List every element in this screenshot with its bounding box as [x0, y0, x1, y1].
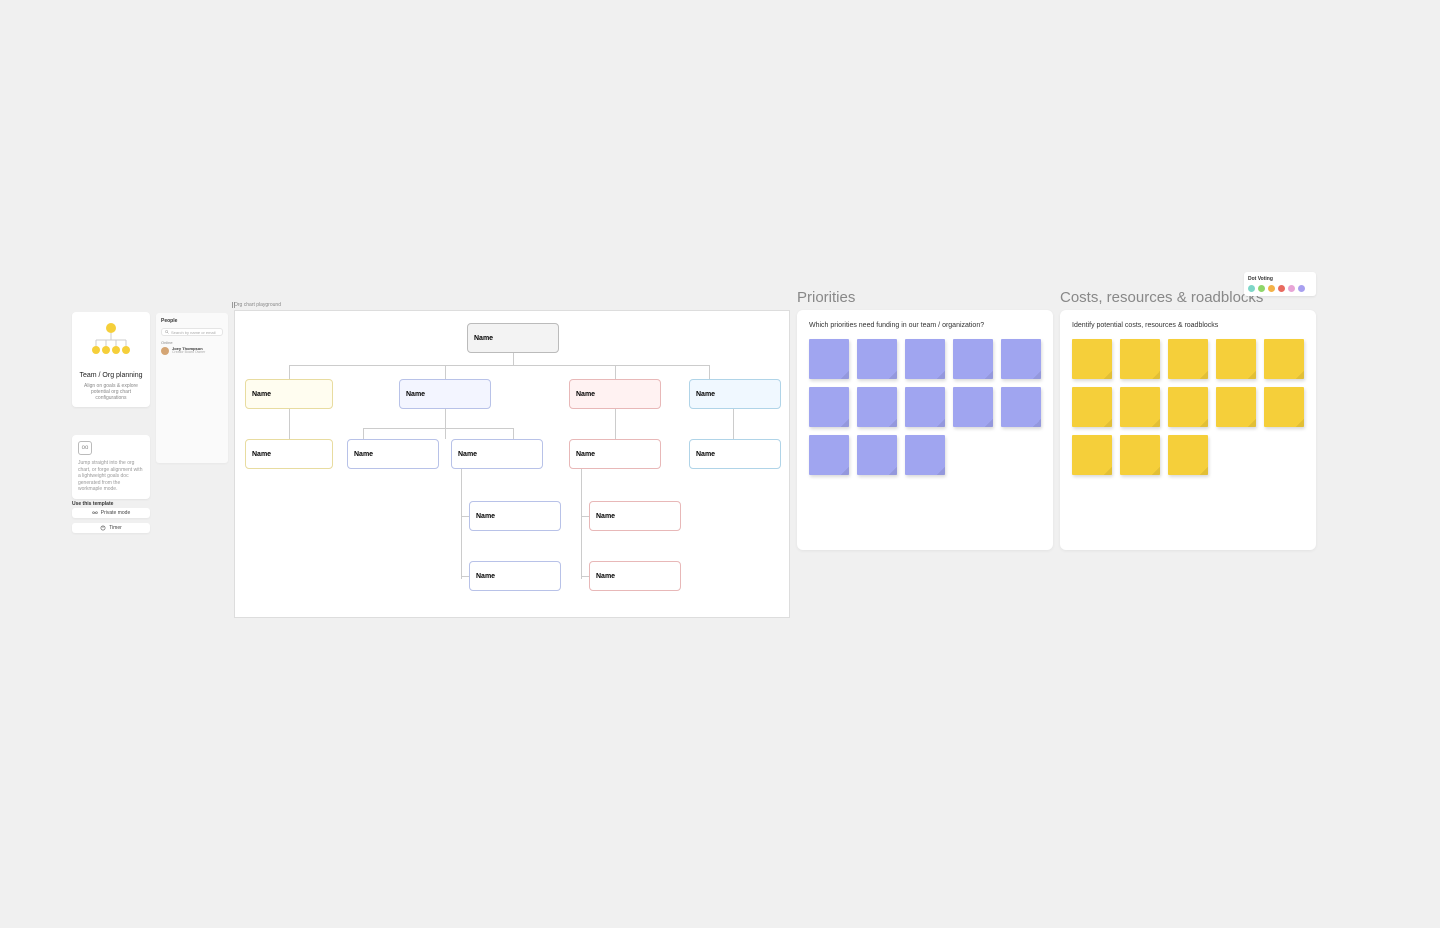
sticky-note[interactable]: [1120, 387, 1160, 427]
timer-label: Timer: [109, 525, 122, 531]
org-node-label: Name: [406, 391, 425, 398]
sticky-note[interactable]: [1216, 387, 1256, 427]
org-node-l2[interactable]: Name: [399, 379, 491, 409]
org-node-label: Name: [696, 391, 715, 398]
template-title: Team / Org planning: [78, 372, 144, 380]
costs-prompt: Identify potential costs, resources & ro…: [1072, 322, 1304, 329]
sticky-note[interactable]: [1168, 435, 1208, 475]
sticky-note[interactable]: [1120, 339, 1160, 379]
org-node-l4[interactable]: Name: [469, 501, 561, 531]
org-node-l3[interactable]: Name: [451, 439, 543, 469]
org-node-l2[interactable]: Name: [569, 379, 661, 409]
sticky-note[interactable]: [905, 435, 945, 475]
sticky-note[interactable]: [809, 339, 849, 379]
voting-dot[interactable]: [1278, 285, 1285, 292]
org-node-l3[interactable]: Name: [569, 439, 661, 469]
people-panel[interactable]: People Search by name or email Online Jo…: [156, 313, 228, 463]
use-template-label: Use this template: [72, 501, 113, 507]
costs-section-title: Costs, resources & roadblocks: [1060, 289, 1263, 306]
org-node-l3[interactable]: Name: [347, 439, 439, 469]
sticky-note[interactable]: [857, 387, 897, 427]
org-node-label: Name: [458, 451, 477, 458]
voting-dot[interactable]: [1298, 285, 1305, 292]
sticky-note[interactable]: [1264, 387, 1304, 427]
sticky-note[interactable]: [1216, 339, 1256, 379]
org-node-label: Name: [576, 451, 595, 458]
sticky-note[interactable]: [1264, 339, 1304, 379]
org-node-l2[interactable]: Name: [689, 379, 781, 409]
people-search-input[interactable]: Search by name or email: [161, 328, 223, 336]
priorities-sticky-grid: [809, 339, 1041, 475]
org-node-l4[interactable]: Name: [589, 501, 681, 531]
search-placeholder: Search by name or email: [171, 330, 215, 335]
org-node-l2[interactable]: Name: [245, 379, 333, 409]
template-subtitle: Align on goals & explore potential org c…: [78, 383, 144, 401]
template-thumbnail: [78, 318, 144, 368]
sticky-note[interactable]: [1072, 387, 1112, 427]
note-text: Jump straight into the org chart, or for…: [78, 460, 144, 493]
sticky-note[interactable]: [857, 339, 897, 379]
private-mode-label: Private mode: [101, 510, 130, 516]
sticky-note[interactable]: [809, 387, 849, 427]
search-icon: [165, 330, 169, 334]
org-node-l3[interactable]: Name: [689, 439, 781, 469]
timer-icon: [100, 525, 106, 531]
note-icon: oo: [78, 441, 92, 455]
sticky-note[interactable]: [1168, 339, 1208, 379]
org-node-l4[interactable]: Name: [589, 561, 681, 591]
dot-voting-panel[interactable]: Dot Voting: [1244, 272, 1316, 296]
voting-dot[interactable]: [1248, 285, 1255, 292]
sticky-note[interactable]: [905, 339, 945, 379]
people-role: Creator Board Owner: [172, 351, 205, 355]
voting-dot[interactable]: [1288, 285, 1295, 292]
timer-button[interactable]: Timer: [72, 523, 150, 533]
org-node-label: Name: [596, 573, 615, 580]
org-node-label: Name: [354, 451, 373, 458]
note-card: oo Jump straight into the org chart, or …: [72, 435, 150, 499]
dot-row: [1248, 285, 1312, 292]
template-card[interactable]: Team / Org planning Align on goals & exp…: [72, 312, 150, 407]
costs-sticky-grid: [1072, 339, 1304, 475]
incognito-icon: [92, 510, 98, 516]
sticky-note[interactable]: [857, 435, 897, 475]
sticky-note[interactable]: [809, 435, 849, 475]
sticky-note[interactable]: [953, 339, 993, 379]
sticky-note[interactable]: [1001, 339, 1041, 379]
org-node-label: Name: [474, 335, 493, 342]
avatar: [161, 347, 169, 355]
costs-section[interactable]: Identify potential costs, resources & ro…: [1060, 310, 1316, 550]
sticky-note[interactable]: [1072, 435, 1112, 475]
org-node-label: Name: [596, 513, 615, 520]
org-node-label: Name: [696, 451, 715, 458]
sticky-note[interactable]: [1072, 339, 1112, 379]
dot-voting-title: Dot Voting: [1248, 276, 1312, 282]
org-node-l3[interactable]: Name: [245, 439, 333, 469]
sticky-note[interactable]: [1168, 387, 1208, 427]
org-chart-label: Org chart playground: [234, 302, 281, 308]
voting-dot[interactable]: [1258, 285, 1265, 292]
people-title: People: [161, 318, 223, 324]
sticky-note[interactable]: [953, 387, 993, 427]
org-node-label: Name: [576, 391, 595, 398]
org-chart[interactable]: Name Name Name Name Name Name Name Name …: [234, 310, 790, 618]
people-online-label: Online: [161, 340, 223, 345]
people-item[interactable]: Joey Thompson Creator Board Owner: [161, 347, 223, 355]
sticky-note[interactable]: [1001, 387, 1041, 427]
org-node-label: Name: [252, 451, 271, 458]
sticky-note[interactable]: [1120, 435, 1160, 475]
org-node-label: Name: [476, 573, 495, 580]
org-node-label: Name: [476, 513, 495, 520]
priorities-prompt: Which priorities need funding in our tea…: [809, 322, 1041, 329]
priorities-section-title: Priorities: [797, 289, 855, 306]
voting-dot[interactable]: [1268, 285, 1275, 292]
org-node-label: Name: [252, 391, 271, 398]
priorities-section[interactable]: Which priorities need funding in our tea…: [797, 310, 1053, 550]
sticky-note[interactable]: [905, 387, 945, 427]
private-mode-button[interactable]: Private mode: [72, 508, 150, 518]
org-node-root[interactable]: Name: [467, 323, 559, 353]
org-node-l4[interactable]: Name: [469, 561, 561, 591]
